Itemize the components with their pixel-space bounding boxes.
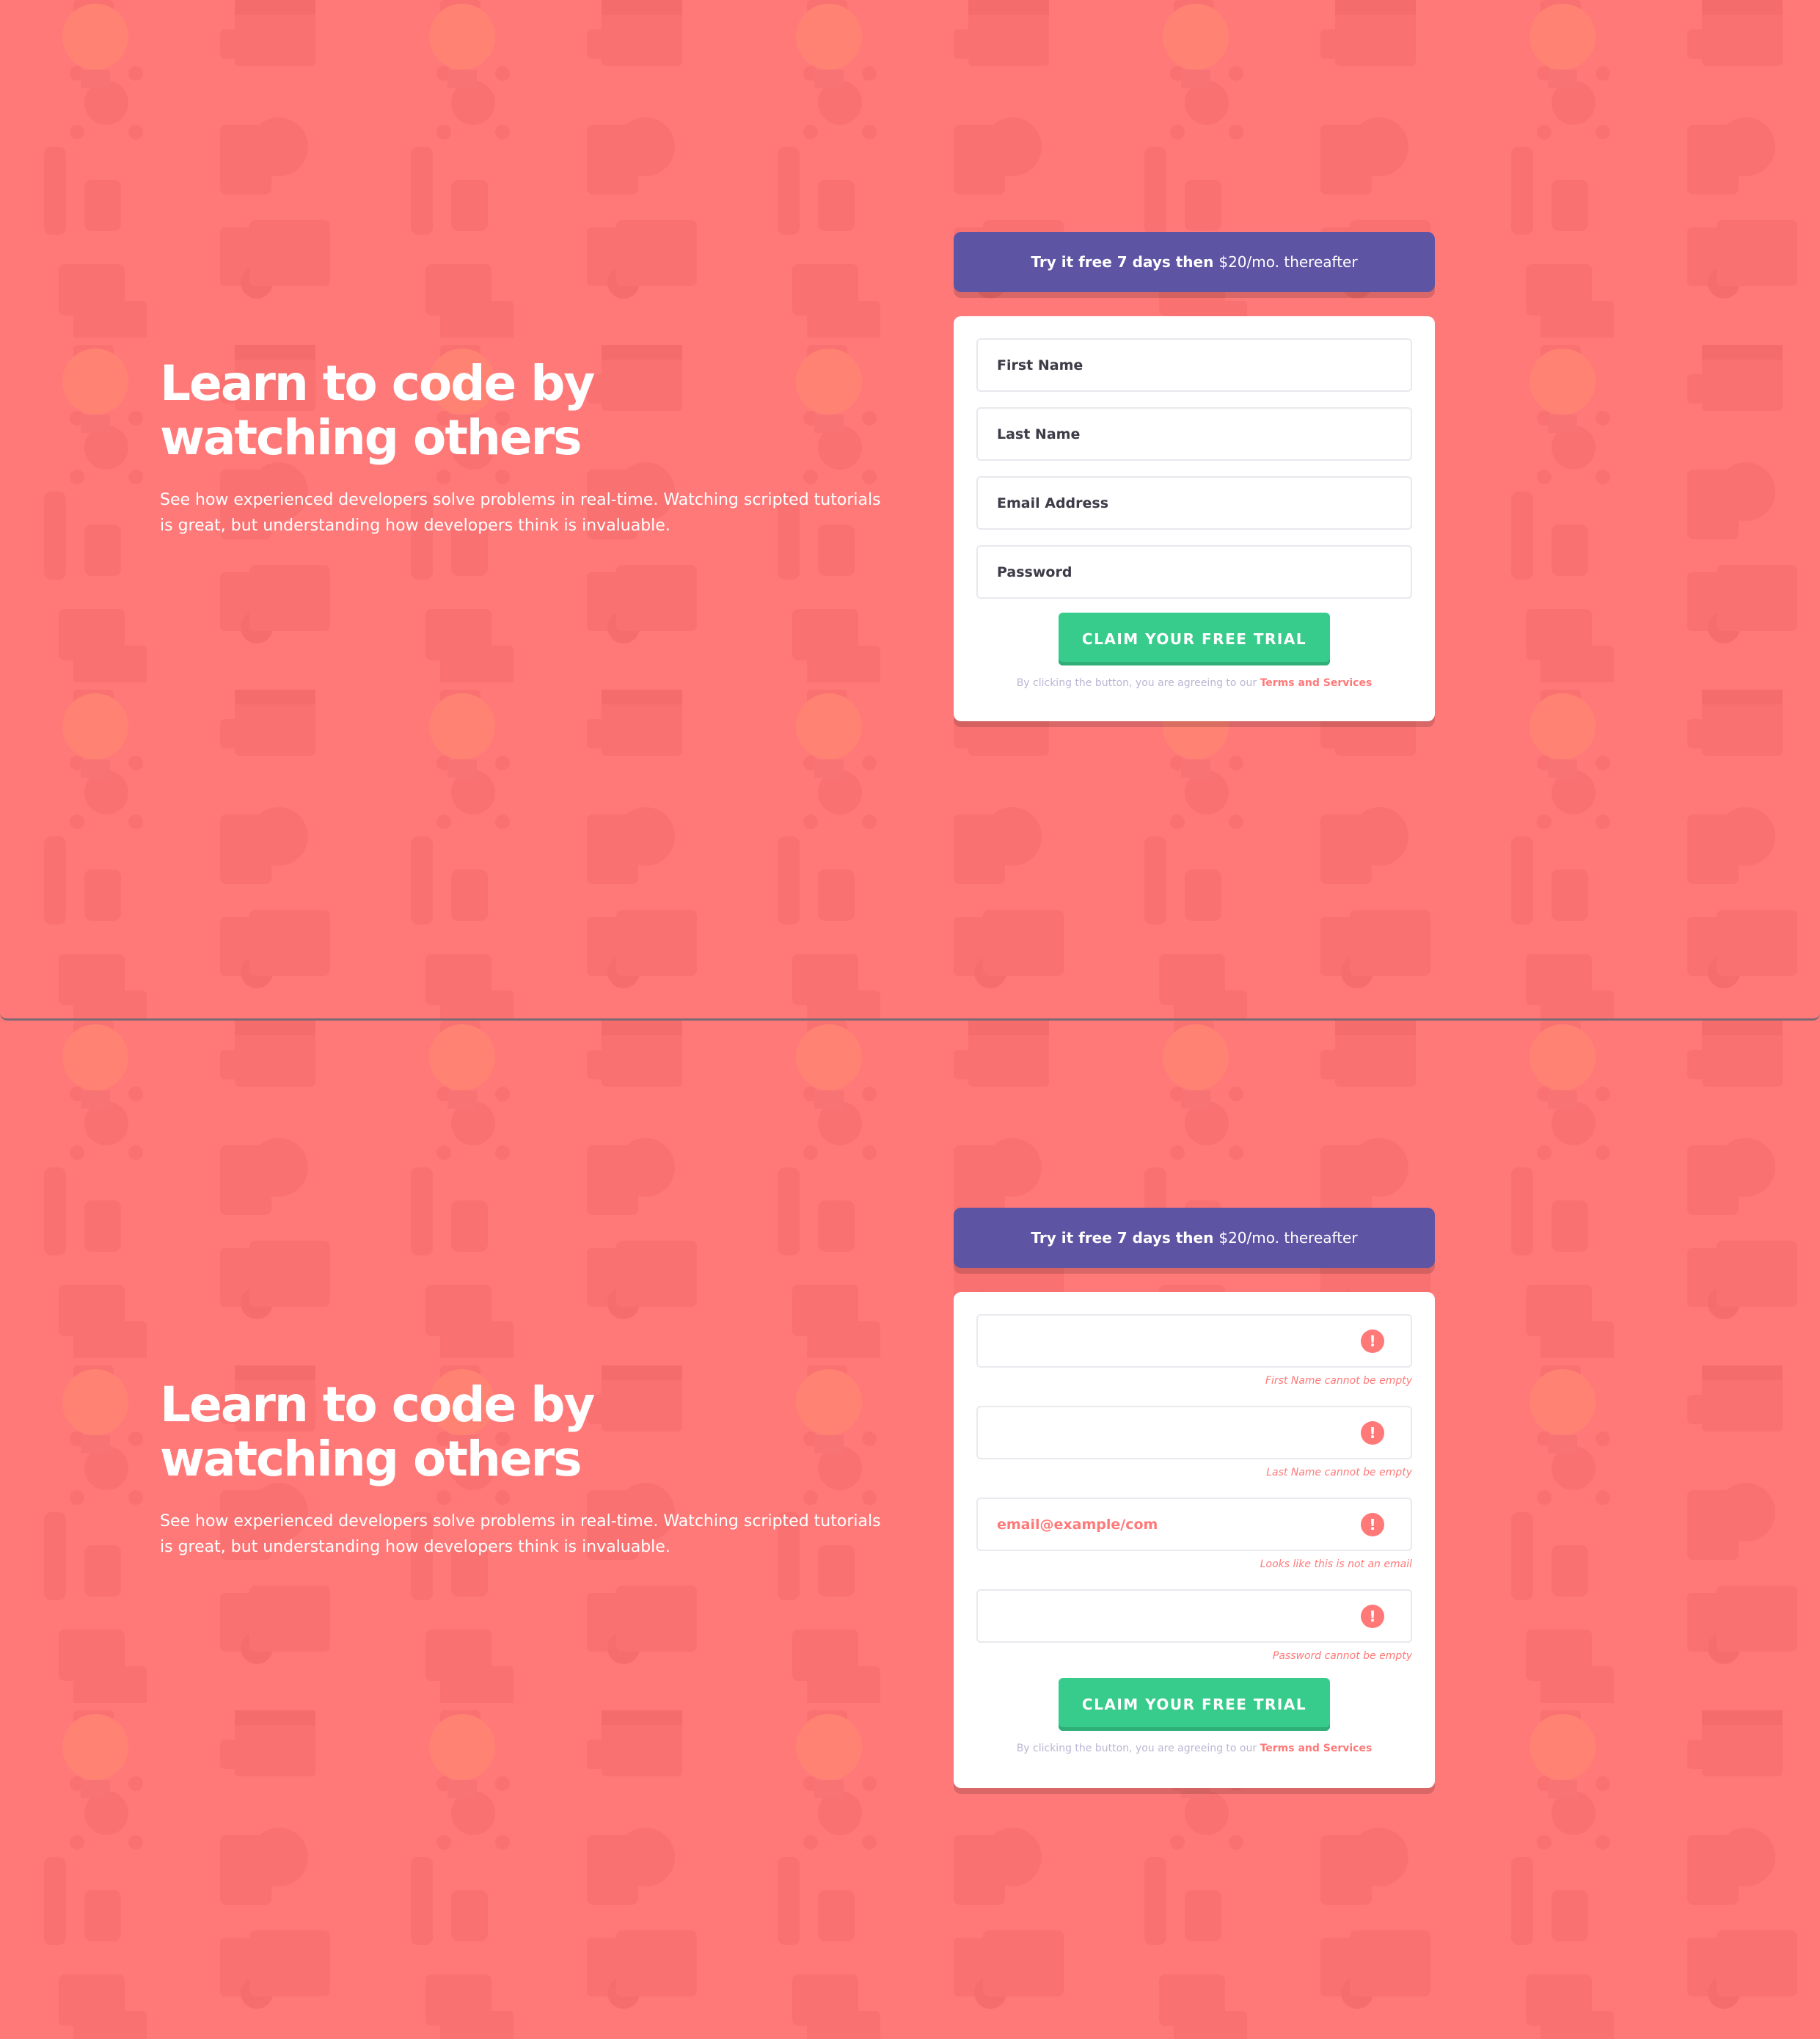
first-name-placeholder: First Name bbox=[997, 357, 1083, 373]
terms-text: By clicking the button, you are agreeing… bbox=[1016, 677, 1257, 689]
hero-section: Learn to code by watching others See how… bbox=[160, 357, 893, 539]
signup-form: ! First Name cannot be empty ! Last Name… bbox=[954, 1292, 1435, 1788]
last-name-error: Last Name cannot be empty bbox=[1266, 1467, 1412, 1478]
claim-trial-button[interactable]: Claim your free trial bbox=[1059, 613, 1330, 665]
trial-banner-price: $20/mo. thereafter bbox=[1218, 253, 1358, 271]
email-value: email@example/com bbox=[997, 1516, 1158, 1533]
error-icon: ! bbox=[1361, 1512, 1384, 1536]
terms-link[interactable]: Terms and Services bbox=[1260, 677, 1373, 689]
claim-trial-button[interactable]: Claim your free trial bbox=[1059, 1678, 1330, 1731]
signup-form: First Name Last Name Email Address Passw… bbox=[954, 316, 1435, 721]
first-name-field[interactable]: First Name bbox=[976, 338, 1412, 392]
error-icon: ! bbox=[1361, 1420, 1384, 1445]
hero-section: Learn to code by watching others See how… bbox=[160, 1378, 893, 1560]
hero-title: Learn to code by watching others bbox=[160, 355, 595, 466]
error-icon: ! bbox=[1361, 1604, 1384, 1628]
email-field[interactable]: Email Address bbox=[976, 476, 1412, 530]
last-name-field[interactable]: Last Name bbox=[976, 407, 1412, 461]
password-error: Password cannot be empty bbox=[1272, 1650, 1412, 1662]
terms-notice: By clicking the button, you are agreeing… bbox=[976, 1743, 1412, 1754]
password-field[interactable]: Password bbox=[976, 545, 1412, 599]
error-icon: ! bbox=[1361, 1329, 1384, 1353]
default-state-screen: Learn to code by watching others See how… bbox=[0, 0, 1820, 1021]
terms-link[interactable]: Terms and Services bbox=[1260, 1743, 1373, 1754]
hero-description: See how experienced developers solve pro… bbox=[160, 1512, 881, 1556]
first-name-field[interactable]: ! bbox=[976, 1314, 1412, 1368]
password-field[interactable]: ! bbox=[976, 1589, 1412, 1643]
trial-banner-bold: Try it free 7 days then bbox=[1031, 253, 1214, 271]
email-error: Looks like this is not an email bbox=[1260, 1558, 1412, 1570]
trial-banner-price: $20/mo. thereafter bbox=[1218, 1229, 1358, 1247]
email-placeholder: Email Address bbox=[997, 495, 1109, 511]
error-state-screen: Learn to code by watching others See how… bbox=[0, 1021, 1820, 2039]
terms-text: By clicking the button, you are agreeing… bbox=[1016, 1743, 1257, 1754]
trial-banner-bold: Try it free 7 days then bbox=[1031, 1229, 1214, 1247]
hero-title: Learn to code by watching others bbox=[160, 1376, 595, 1487]
trial-banner: Try it free 7 days then $20/mo. thereaft… bbox=[954, 1208, 1435, 1268]
last-name-placeholder: Last Name bbox=[997, 426, 1081, 442]
first-name-error: First Name cannot be empty bbox=[1265, 1375, 1412, 1387]
email-field[interactable]: email@example/com ! bbox=[976, 1498, 1412, 1551]
last-name-field[interactable]: ! bbox=[976, 1406, 1412, 1459]
terms-notice: By clicking the button, you are agreeing… bbox=[976, 677, 1412, 689]
hero-description: See how experienced developers solve pro… bbox=[160, 491, 881, 535]
password-placeholder: Password bbox=[997, 563, 1072, 580]
trial-banner: Try it free 7 days then $20/mo. thereaft… bbox=[954, 232, 1435, 292]
